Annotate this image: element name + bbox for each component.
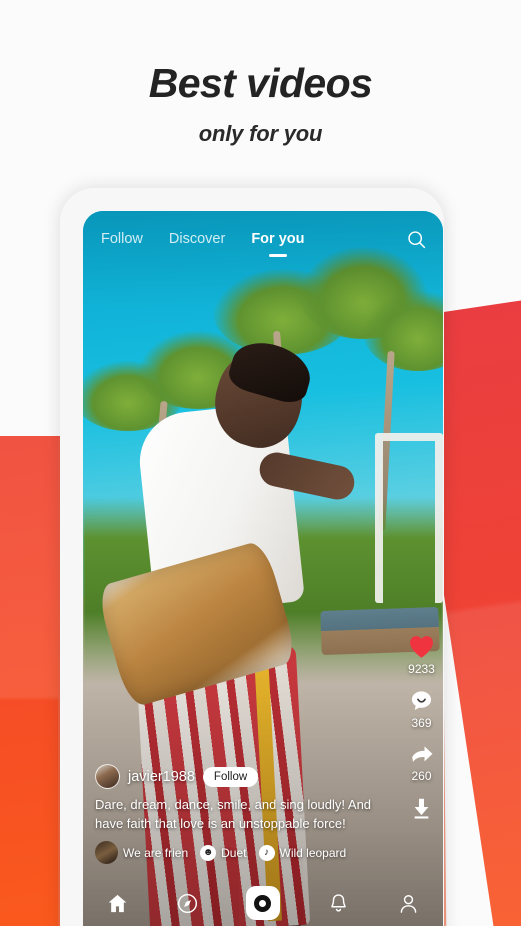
- person-icon: [400, 894, 416, 913]
- comment-icon: [411, 691, 432, 710]
- download-icon: [414, 798, 429, 819]
- chip-friends[interactable]: We are frien: [95, 841, 188, 864]
- author-row: javier1988 Follow: [95, 764, 379, 790]
- phone-screen: Follow Discover For you 9233 369 260 jav…: [83, 211, 443, 926]
- avatar[interactable]: [95, 764, 120, 790]
- bell-icon: [331, 893, 346, 912]
- smiley-icon: ☻: [200, 844, 217, 861]
- nav-record[interactable]: [245, 886, 280, 920]
- search-icon[interactable]: [406, 229, 427, 250]
- tab-discover[interactable]: Discover: [167, 227, 227, 251]
- tab-follow[interactable]: Follow: [99, 227, 145, 251]
- like-count: 9233: [408, 662, 435, 676]
- nav-profile[interactable]: [397, 892, 420, 915]
- author-username[interactable]: javier1988: [128, 769, 195, 785]
- heart-icon: [410, 636, 433, 658]
- friend-avatar-icon: [95, 841, 118, 864]
- post-info: javier1988 Follow Dare, dream, dance, sm…: [95, 764, 379, 864]
- post-caption: Dare, dream, dance, smile, and sing loud…: [95, 797, 372, 831]
- chip-music[interactable]: ♪ Wild leopard: [258, 844, 347, 861]
- chip-duet-label: Duet: [221, 845, 247, 860]
- follow-button[interactable]: Follow: [202, 766, 259, 787]
- bottom-navigation: [83, 880, 443, 926]
- promo-heading: Best videos only for you: [0, 60, 521, 147]
- promo-title: Best videos: [148, 60, 373, 106]
- comment-count: 369: [411, 716, 432, 730]
- chip-friends-label: We are frien: [123, 845, 189, 860]
- tab-for-you[interactable]: For you: [249, 227, 306, 251]
- promo-subtitle: only for you: [198, 121, 323, 147]
- chip-duet[interactable]: ☻ Duet: [200, 844, 247, 861]
- comment-button[interactable]: 369: [409, 689, 434, 730]
- like-button[interactable]: 9233: [408, 634, 435, 676]
- compass-icon: [178, 893, 198, 913]
- share-icon: [411, 746, 432, 763]
- nav-home[interactable]: [106, 892, 129, 915]
- action-rail: 9233 369 260: [408, 634, 435, 834]
- download-button[interactable]: [409, 796, 434, 821]
- home-icon: [109, 894, 127, 912]
- phone-mockup: Follow Discover For you 9233 369 260 jav…: [60, 188, 444, 926]
- share-count: 260: [411, 769, 432, 783]
- nav-discover[interactable]: [176, 892, 199, 915]
- chip-music-label: Wild leopard: [279, 845, 347, 860]
- promo-screenshot: Best videos only for you Follow Discover…: [0, 0, 521, 926]
- post-chips: We are frien ☻ Duet ♪ Wild leopard: [95, 841, 379, 864]
- music-icon: ♪: [258, 844, 275, 861]
- top-navigation: Follow Discover For you: [83, 211, 443, 267]
- share-button[interactable]: 260: [409, 743, 435, 783]
- nav-notifications[interactable]: [327, 892, 350, 915]
- record-icon: [254, 894, 272, 912]
